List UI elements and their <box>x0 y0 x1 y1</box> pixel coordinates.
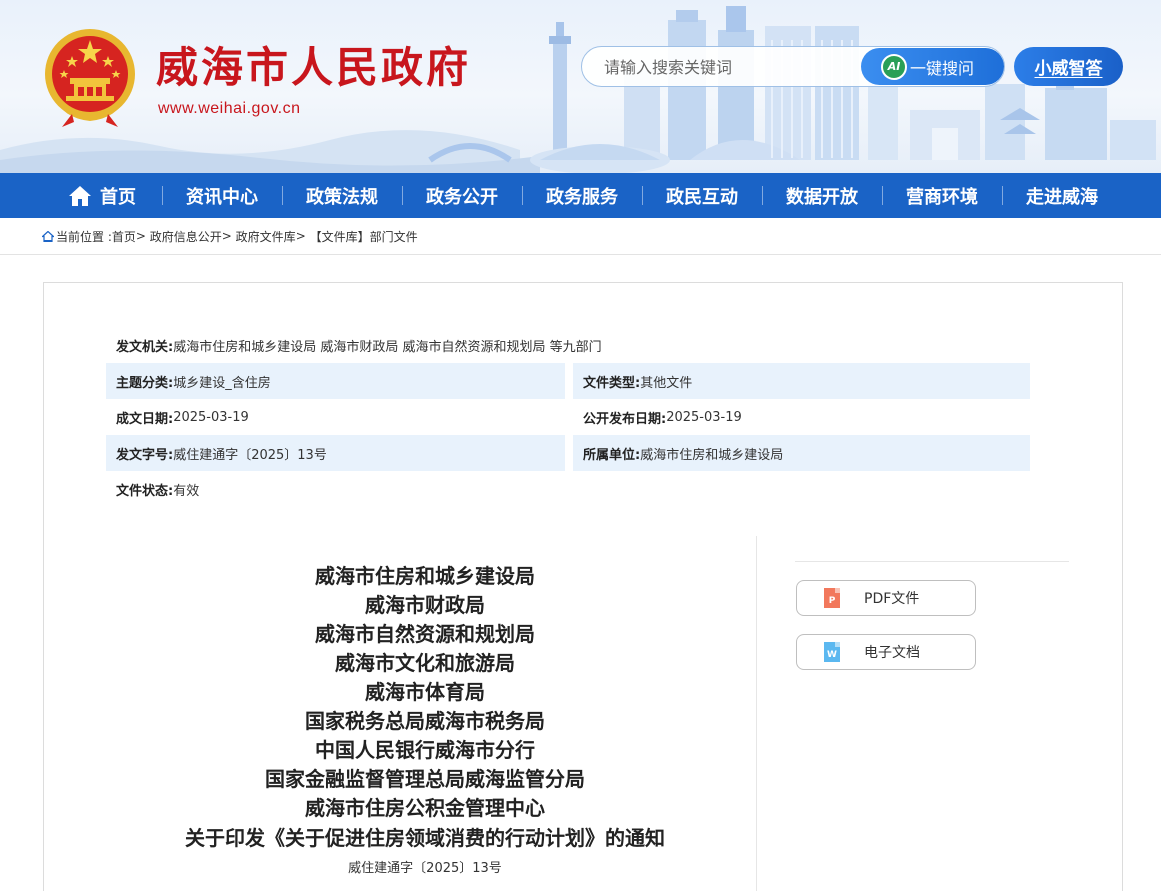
meta-subject-row: 主题分类: 城乡建设_含住房 <box>106 363 565 399</box>
site-url[interactable]: www.weihai.gov.cn <box>158 100 300 118</box>
doc-issuer-line: 中国人民银行威海市分行 <box>315 738 535 762</box>
meta-unit-row: 所属单位: 威海市住房和城乡建设局 <box>573 435 1030 471</box>
meta-key: 文件类型: <box>583 375 641 391</box>
nav-item-interaction[interactable]: 政民互动 <box>642 173 762 218</box>
meta-published-value: 2025-03-19 <box>666 409 742 425</box>
doc-issuer-line: 威海市财政局 <box>365 593 485 617</box>
nav-item-services[interactable]: 政务服务 <box>522 173 642 218</box>
meta-key: 成文日期: <box>116 411 174 427</box>
pdf-download-label: PDF文件 <box>864 591 920 607</box>
doc-issuer-line: 威海市住房公积金管理中心 <box>305 796 545 820</box>
meta-created-value: 2025-03-19 <box>173 409 249 425</box>
meta-key: 主题分类: <box>116 375 174 391</box>
word-download-button[interactable]: W 电子文档 <box>796 634 976 670</box>
breadcrumb-separator: > <box>135 229 146 243</box>
assistant-button[interactable]: 小威智答 <box>1014 47 1123 86</box>
pdf-download-button[interactable]: P PDF文件 <box>796 580 976 616</box>
doc-number: 威住建通字〔2025〕13号 <box>348 861 502 876</box>
home-icon <box>42 230 54 242</box>
site-title[interactable]: 威海市人民政府 <box>156 42 471 94</box>
header-banner: 威海市人民政府 www.weihai.gov.cn AI 一键搜问 小威智答 <box>0 0 1161 173</box>
doc-issuer-line: 国家金融监督管理总局威海监管分局 <box>265 767 585 791</box>
meta-status-row: 文件状态: 有效 <box>106 471 565 507</box>
meta-unit-value: 威海市住房和城乡建设局 <box>640 447 784 463</box>
breadcrumb-disclosure[interactable]: 政府信息公开 <box>150 228 222 245</box>
nav-item-about[interactable]: 走进威海 <box>1002 173 1122 218</box>
meta-published-row: 公开发布日期: 2025-03-19 <box>573 399 1030 435</box>
nav-label-home: 首页 <box>100 186 136 208</box>
content-divider <box>756 536 757 891</box>
nav-item-open-data[interactable]: 数据开放 <box>762 173 882 218</box>
meta-key: 发文机关: <box>116 339 174 355</box>
breadcrumb-file-library[interactable]: 政府文件库 <box>236 228 296 245</box>
doc-issuer-line: 国家税务总局威海市税务局 <box>305 709 545 733</box>
nav-item-policy[interactable]: 政策法规 <box>282 173 402 218</box>
breadcrumb: 当前位置 : 首页 > 政府信息公开 > 政府文件库 > 【文件库】部门文件 <box>42 227 418 245</box>
nav-item-disclosure[interactable]: 政务公开 <box>402 173 522 218</box>
doc-issuer-line: 威海市文化和旅游局 <box>335 651 515 675</box>
meta-subject-value: 城乡建设_含住房 <box>173 375 271 391</box>
meta-issuer-row: 发文机关: 威海市住房和城乡建设局 威海市财政局 威海市自然资源和规划局 等九部… <box>106 327 1030 363</box>
meta-key: 发文字号: <box>116 447 174 463</box>
doc-issuer-line: 威海市自然资源和规划局 <box>315 622 535 646</box>
meta-doc-no-value: 威住建通字〔2025〕13号 <box>173 447 327 463</box>
meta-status-value: 有效 <box>173 483 200 499</box>
nav-item-home[interactable]: 首页 <box>42 173 162 218</box>
meta-file-type-value: 其他文件 <box>640 375 693 391</box>
nav-item-news[interactable]: 资讯中心 <box>162 173 282 218</box>
doc-issuer-line: 威海市体育局 <box>365 680 485 704</box>
word-file-icon: W <box>824 642 840 662</box>
breadcrumb-dept-files[interactable]: 【文件库】部门文件 <box>310 228 418 245</box>
sidebar-divider <box>795 561 1069 562</box>
search-input[interactable] <box>604 55 854 79</box>
national-emblem-icon <box>45 29 135 127</box>
doc-title: 关于印发《关于促进住房领域消费的行动计划》的通知 <box>185 826 665 850</box>
meta-key: 所属单位: <box>583 447 641 463</box>
breadcrumb-home[interactable]: 首页 <box>112 228 136 245</box>
main-nav: 首页 资讯中心 政策法规 政务公开 政务服务 政民互动 数据开放 营商环境 走进… <box>0 173 1161 218</box>
meta-doc-no-row: 发文字号: 威住建通字〔2025〕13号 <box>106 435 565 471</box>
doc-issuer-line: 威海市住房和城乡建设局 <box>315 564 535 588</box>
breadcrumb-separator: > <box>295 229 306 243</box>
meta-created-row: 成文日期: 2025-03-19 <box>106 399 565 435</box>
ai-search-label: 一键搜问 <box>910 58 975 78</box>
home-icon <box>69 185 91 206</box>
meta-issuer-value: 威海市住房和城乡建设局 威海市财政局 威海市自然资源和规划局 等九部门 <box>173 339 602 355</box>
meta-key: 文件状态: <box>116 483 174 499</box>
breadcrumb-divider <box>0 254 1161 255</box>
ai-search-button[interactable]: AI 一键搜问 <box>861 48 1004 85</box>
meta-file-type-row: 文件类型: 其他文件 <box>573 363 1030 399</box>
meta-key: 公开发布日期: <box>583 411 667 427</box>
word-download-label: 电子文档 <box>864 645 920 661</box>
breadcrumb-prefix: 当前位置 : <box>56 229 112 244</box>
ai-icon: AI <box>881 53 907 80</box>
nav-item-business[interactable]: 营商环境 <box>882 173 1002 218</box>
breadcrumb-separator: > <box>221 229 232 243</box>
pdf-file-icon: P <box>824 588 840 608</box>
